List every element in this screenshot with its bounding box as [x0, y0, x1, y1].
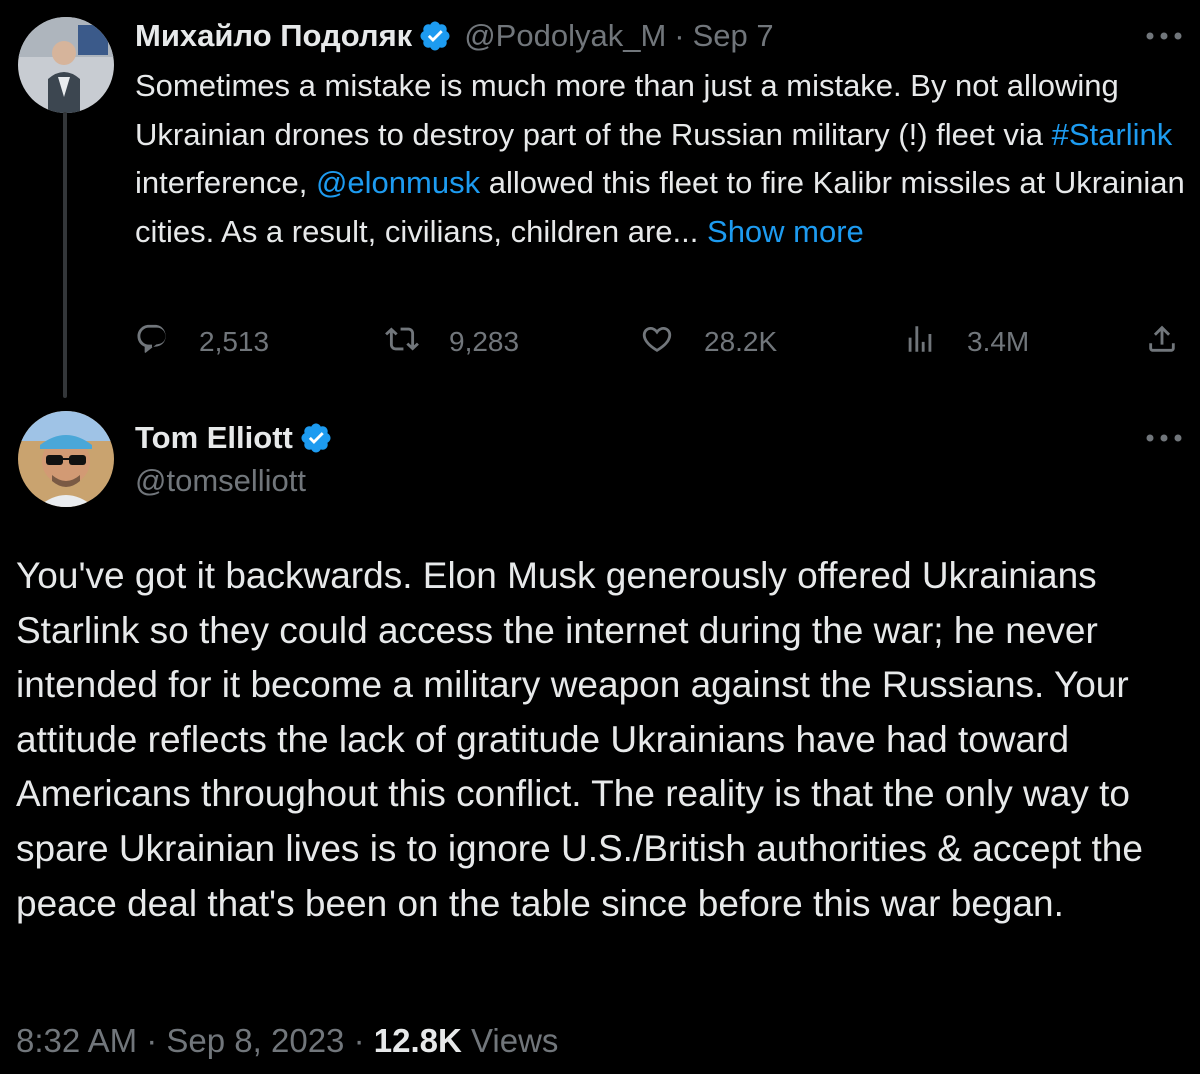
tweet2-footer: 8:32 AM · Sep 8, 2023 · 12.8K Views	[16, 1022, 558, 1060]
repost-count: 9,283	[449, 326, 520, 357]
tweet1-text-part2: interference,	[135, 165, 316, 200]
tweet2-header-name-row: Tom Elliott	[135, 416, 333, 460]
views-icon	[903, 322, 967, 363]
like-button[interactable]: 28.2K	[640, 318, 777, 366]
tweet1-header: Михайло Подоляк @Podolyak_M · Sep 7	[135, 14, 774, 58]
share-button[interactable]	[1145, 318, 1179, 366]
reply-icon	[135, 322, 199, 363]
tweet2-author-name[interactable]: Tom Elliott	[135, 420, 293, 456]
tweet1-separator: ·	[674, 18, 685, 53]
share-icon	[1145, 322, 1179, 363]
repost-button[interactable]: 9,283	[385, 318, 519, 366]
show-more-link[interactable]: Show more	[707, 214, 864, 249]
tweet1-author-name[interactable]: Михайло Подоляк	[135, 18, 412, 54]
verified-badge-icon[interactable]	[299, 421, 333, 455]
tweet1-handle[interactable]: @Podolyak_M	[464, 18, 666, 54]
tweet2-views-count: 12.8K	[373, 1022, 462, 1059]
tweet2-views-label: Views	[471, 1022, 559, 1059]
tweet2-time[interactable]: 8:32 AM	[16, 1022, 137, 1059]
repost-icon	[385, 322, 449, 363]
more-options-icon[interactable]	[1140, 430, 1188, 446]
tweet2-text: You've got it backwards. Elon Musk gener…	[16, 555, 1143, 924]
starlink-hashtag-link[interactable]: #Starlink	[1052, 117, 1173, 152]
avatar-podolyak[interactable]	[18, 17, 114, 113]
thread-connector-line	[63, 112, 67, 398]
tweet2-separator-2: ·	[353, 1022, 365, 1059]
tweet2-date[interactable]: Sep 8, 2023	[166, 1022, 344, 1059]
verified-badge-icon[interactable]	[418, 19, 452, 53]
tweet1-text-part1: Sometimes a mistake is much more than ju…	[135, 68, 1119, 152]
like-count: 28.2K	[704, 326, 778, 357]
tweet2-separator-1: ·	[146, 1022, 158, 1059]
avatar-tomselliott[interactable]	[18, 411, 114, 507]
views-count: 3.4M	[967, 326, 1030, 357]
tweet1-text: Sometimes a mistake is much more than ju…	[135, 62, 1195, 256]
like-icon	[640, 322, 704, 363]
tweet1-date[interactable]: Sep 7	[693, 18, 774, 54]
views-button[interactable]: 3.4M	[903, 318, 1029, 366]
tweet2-handle[interactable]: @tomselliott	[135, 463, 306, 499]
more-options-icon[interactable]	[1140, 28, 1188, 44]
reply-button[interactable]: 2,513	[135, 318, 269, 366]
tweet1-action-bar: 2,513 9,283 28.2K 3.4M	[135, 318, 1185, 366]
reply-count: 2,513	[199, 326, 270, 357]
elonmusk-mention-link[interactable]: @elonmusk	[316, 165, 480, 200]
